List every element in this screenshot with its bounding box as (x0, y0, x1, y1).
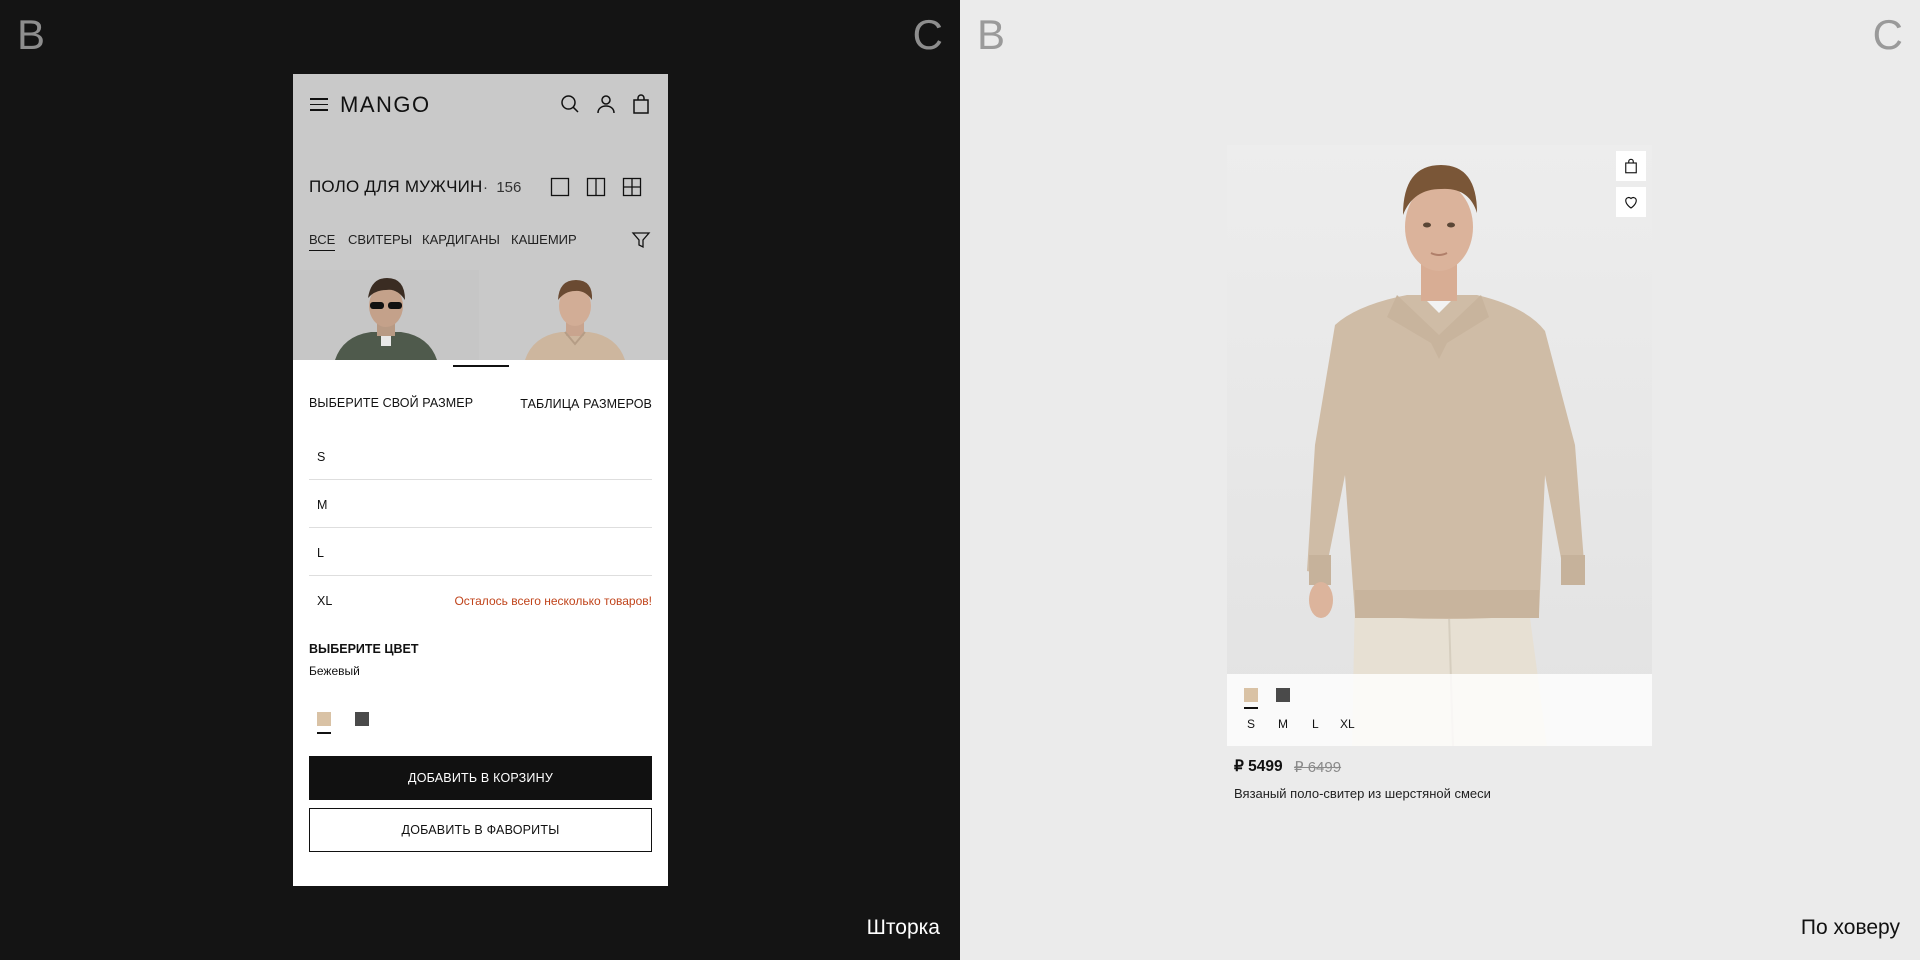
sheet-handle[interactable] (453, 365, 509, 367)
selected-swatch-indicator (1244, 707, 1258, 709)
corner-label-left: B (17, 11, 46, 58)
quick-add-bag-icon[interactable] (1616, 151, 1646, 181)
selected-swatch-indicator (317, 732, 331, 734)
corner-label-left: B (977, 11, 1006, 58)
count-value: 156 (496, 179, 522, 196)
size-table-link[interactable]: ТАБЛИЦА РАЗМЕРОВ (520, 397, 652, 411)
variant-caption: По ховеру (1800, 916, 1900, 939)
mobile-header: MANGO (293, 74, 668, 134)
size-option-xl[interactable]: XL Осталось всего несколько товаров! (309, 576, 652, 624)
account-icon[interactable] (594, 92, 618, 116)
select-size-title: ВЫБЕРИТЕ СВОЙ РАЗМЕР (309, 396, 474, 410)
product-thumb-1[interactable] (293, 270, 479, 360)
count-separator: · (483, 179, 488, 196)
hover-quick-panel: S M L XL (1227, 674, 1652, 746)
size-bottom-sheet: ВЫБЕРИТЕ СВОЙ РАЗМЕР ТАБЛИЦА РАЗМЕРОВ S … (293, 360, 668, 886)
size-label: M (317, 498, 328, 512)
product-old-price: ₽ 6499 (1294, 759, 1342, 776)
tab-cashmere[interactable]: КАШЕМИР (511, 232, 577, 247)
low-stock-warning: Осталось всего несколько товаров! (454, 594, 652, 608)
tab-sweaters[interactable]: СВИТЕРЫ (348, 232, 412, 247)
filter-icon[interactable] (631, 230, 651, 250)
size-s-button[interactable]: S (1247, 717, 1255, 731)
corner-label-right: C (1872, 11, 1903, 58)
product-thumbnails (293, 270, 668, 360)
favorite-heart-icon[interactable] (1616, 187, 1646, 217)
product-price: ₽ 5499 (1234, 758, 1283, 775)
select-color-title: ВЫБЕРИТЕ ЦВЕТ (309, 642, 419, 656)
product-thumb-2[interactable] (481, 270, 668, 360)
size-label: XL (317, 594, 333, 608)
size-option-l[interactable]: L (309, 528, 652, 576)
product-name[interactable]: Вязаный поло-свитер из шерстяной смеси (1234, 786, 1491, 801)
size-list: S M L XL Осталось всего несколько товаро… (309, 432, 652, 624)
size-option-m[interactable]: M (309, 480, 652, 528)
search-icon[interactable] (558, 92, 582, 116)
tab-all[interactable]: ВСЕ (309, 232, 336, 251)
model-photo (1227, 145, 1652, 746)
page-title: ПОЛО ДЛЯ МУЖЧИН (309, 177, 483, 196)
color-swatch-dark[interactable] (355, 712, 369, 726)
color-swatch-beige[interactable] (317, 712, 331, 726)
color-swatch-beige[interactable] (1244, 688, 1258, 702)
title-row: ПОЛО ДЛЯ МУЖЧИН · 156 (309, 174, 652, 198)
menu-icon[interactable] (310, 98, 328, 111)
grid-4-icon[interactable] (621, 176, 643, 198)
add-to-favorites-button[interactable]: ДОБАВИТЬ В ФАВОРИТЫ (309, 808, 652, 852)
phone-mockup: MANGO ПОЛО ДЛЯ МУЖЧИН · 156 ВСЕ СВИТЕРЫ … (293, 74, 668, 886)
product-card-image[interactable]: S M L XL (1227, 145, 1652, 746)
selected-color-name: Бежевый (309, 664, 360, 678)
color-swatch-dark[interactable] (1276, 688, 1290, 702)
size-label: L (317, 546, 324, 560)
grid-1-icon[interactable] (549, 176, 571, 198)
grid-2-icon[interactable] (585, 176, 607, 198)
logo[interactable]: MANGO (340, 92, 431, 118)
add-to-cart-button[interactable]: ДОБАВИТЬ В КОРЗИНУ (309, 756, 652, 800)
size-option-s[interactable]: S (309, 432, 652, 480)
size-m-button[interactable]: M (1278, 717, 1288, 731)
catalog-header: MANGO ПОЛО ДЛЯ МУЖЧИН · 156 ВСЕ СВИТЕРЫ … (293, 74, 668, 360)
model-photo-1 (293, 270, 479, 360)
variant-caption: Шторка (866, 916, 940, 939)
cart-icon[interactable] (629, 92, 653, 116)
model-photo-2 (481, 270, 668, 360)
right-panel: B C S M L XL ₽ 5499 ₽ 6499 Вязаный поло-… (960, 0, 1920, 960)
item-count: · 156 (483, 179, 521, 196)
size-l-button[interactable]: L (1312, 717, 1319, 731)
size-xl-button[interactable]: XL (1340, 717, 1355, 731)
corner-label-right: C (912, 11, 943, 58)
left-panel: B C MANGO ПОЛО ДЛЯ МУЖЧИН · 156 ВСЕ СВИТ… (0, 0, 960, 960)
size-label: S (317, 450, 326, 464)
tab-cardigans[interactable]: КАРДИГАНЫ (422, 232, 500, 247)
